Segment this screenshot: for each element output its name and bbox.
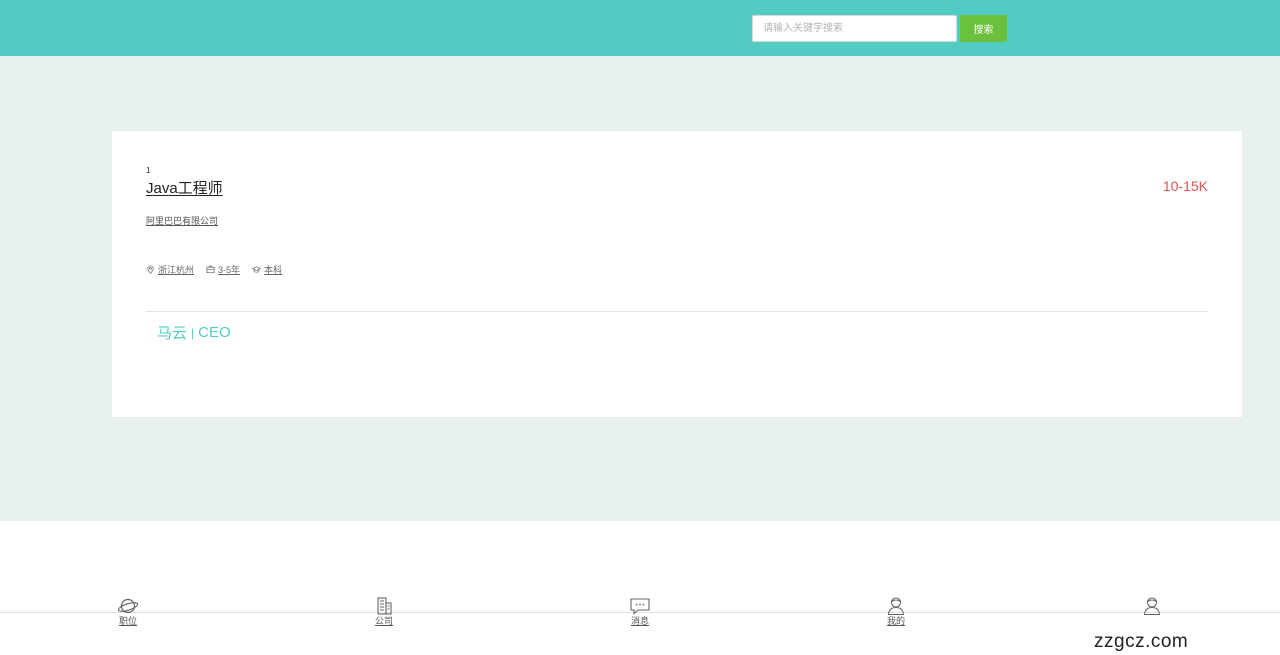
main-content-area: 1 Java工程师 10-15K 阿里巴巴有限公司 浙江杭州 3-5年 本科 马… bbox=[0, 56, 1280, 521]
tag-education-label: 本科 bbox=[264, 265, 283, 275]
building-icon bbox=[377, 597, 392, 615]
briefcase-icon bbox=[206, 265, 215, 274]
tab-profile[interactable]: 我的 bbox=[876, 596, 916, 627]
tab-companies-label: 公司 bbox=[374, 616, 393, 626]
graduation-cap-icon bbox=[252, 266, 262, 273]
watermark-text: zzgcz.com bbox=[1094, 631, 1189, 652]
tag-experience: 3-5年 bbox=[206, 263, 240, 276]
company-name-link[interactable]: 阿里巴巴有限公司 bbox=[146, 214, 218, 227]
tab-jobs[interactable]: 职位 bbox=[108, 596, 148, 627]
contact-name: 马云 bbox=[157, 325, 188, 342]
bottom-tab-bar: 职位 公司 消息 我的 bbox=[0, 596, 1280, 630]
location-pin-icon bbox=[147, 265, 154, 274]
search-button[interactable]: 搜索 bbox=[960, 15, 1007, 42]
tab-messages[interactable]: 消息 bbox=[620, 596, 660, 627]
top-header-bar: 搜索 bbox=[0, 0, 1280, 56]
tab-companies[interactable]: 公司 bbox=[364, 596, 404, 627]
contact-role: CEO bbox=[198, 324, 231, 341]
tag-location-label: 浙江杭州 bbox=[158, 265, 195, 275]
planet-icon bbox=[117, 598, 139, 614]
tab-user-extra[interactable] bbox=[1132, 596, 1172, 616]
job-index: 1 bbox=[146, 166, 151, 175]
search-input[interactable] bbox=[752, 15, 957, 42]
user-icon bbox=[887, 597, 905, 616]
job-title-link[interactable]: Java工程师 bbox=[146, 177, 223, 198]
chat-icon bbox=[630, 598, 650, 615]
contact-separator: | bbox=[191, 325, 195, 340]
tag-experience-label: 3-5年 bbox=[218, 265, 241, 275]
job-card[interactable]: 1 Java工程师 10-15K 阿里巴巴有限公司 浙江杭州 3-5年 本科 马… bbox=[112, 131, 1242, 417]
job-tags: 浙江杭州 3-5年 本科 bbox=[146, 263, 282, 276]
user-icon bbox=[1143, 597, 1161, 616]
job-salary: 10-15K bbox=[1162, 178, 1208, 194]
card-divider bbox=[146, 311, 1208, 312]
tab-jobs-label: 职位 bbox=[118, 616, 137, 626]
contact-info: 马云 | CEO bbox=[157, 322, 231, 343]
tag-education: 本科 bbox=[252, 263, 282, 276]
tag-location: 浙江杭州 bbox=[146, 263, 194, 276]
tab-profile-label: 我的 bbox=[886, 616, 905, 626]
tab-messages-label: 消息 bbox=[630, 616, 649, 626]
